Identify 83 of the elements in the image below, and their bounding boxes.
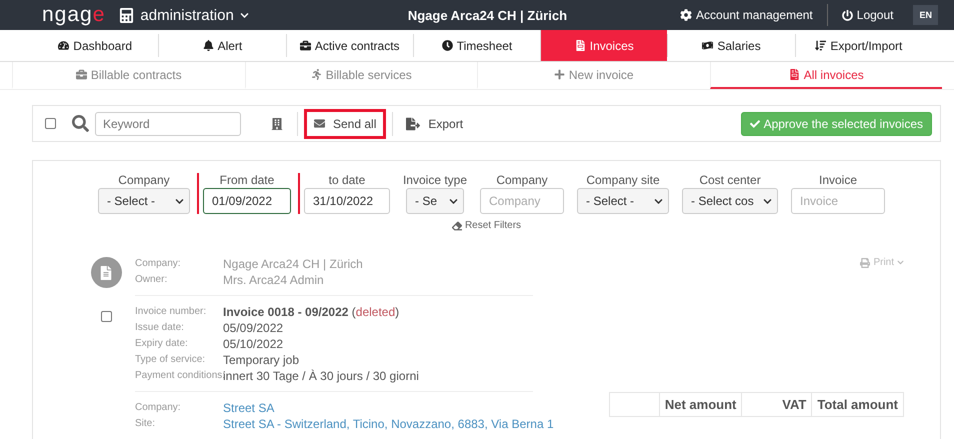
clock-icon: [442, 40, 453, 51]
gauge-icon: [58, 40, 70, 51]
field-value: 05/09/2022: [223, 321, 284, 335]
filter-select[interactable]: - Select cos: [682, 188, 778, 214]
sub-tab[interactable]: Billable contracts: [12, 62, 244, 89]
module-menu[interactable]: administration: [119, 6, 249, 24]
column-header: VAT: [742, 392, 812, 416]
export-icon: [406, 116, 420, 130]
field-label: Company:: [135, 257, 182, 271]
field-label: Expiry date:: [135, 337, 189, 351]
field-value: Temporary job: [223, 353, 300, 367]
sub-tab[interactable]: New invoice: [477, 62, 710, 89]
filter-label: Invoice type: [402, 173, 468, 187]
field-value: Mrs. Arca24 Admin: [223, 273, 325, 287]
nav-tab[interactable]: Export/Import: [794, 34, 922, 57]
caret-icon: [240, 10, 249, 20]
nav-tab[interactable]: Invoices: [540, 30, 668, 61]
filter-label: Company site: [586, 173, 660, 187]
field-label: Type of service:: [135, 353, 206, 367]
document-icon: [574, 40, 586, 51]
field-label: Payment conditions:: [135, 369, 223, 383]
filter-label: Cost center: [699, 173, 761, 187]
language-button[interactable]: EN: [913, 5, 938, 25]
logo[interactable]: ngage: [42, 3, 106, 27]
caret-icon: [654, 196, 664, 206]
field-value: innert 30 Tage / À 30 jours / 30 giorni: [223, 369, 420, 383]
account-link[interactable]: Account management: [666, 0, 827, 30]
power-icon: [842, 10, 853, 20]
filter-select[interactable]: - Select -: [577, 188, 670, 214]
filter-label: Invoice: [819, 173, 858, 187]
check-icon: [750, 118, 760, 128]
invoice-icon: [90, 257, 122, 288]
calculator-icon: [119, 8, 134, 22]
field-label: Site:: [135, 417, 156, 431]
nav-tab[interactable]: Alert: [158, 34, 286, 57]
column-header: Net amount: [659, 392, 742, 416]
caret-icon: [174, 196, 184, 206]
date-field[interactable]: 31/10/2022: [304, 188, 390, 214]
bell-icon: [202, 40, 214, 51]
field-value: Ngage Arca24 CH | Zürich: [223, 257, 364, 271]
field-label: Invoice number:: [135, 305, 208, 319]
sub-tab[interactable]: Billable services: [244, 62, 477, 89]
window-title: Ngage Arca24 CH | Zürich: [406, 8, 568, 22]
sub-tab[interactable]: All invoices: [710, 62, 942, 89]
nav-tab[interactable]: Salaries: [667, 34, 795, 57]
printer-icon: [860, 258, 870, 268]
caret-icon: [763, 196, 772, 206]
field-value: 05/10/2022: [223, 337, 284, 351]
nav-tab[interactable]: Active contracts: [286, 34, 413, 57]
caret-icon: [448, 196, 458, 206]
briefcase-icon: [76, 69, 87, 80]
field-label: Company:: [135, 401, 182, 415]
field-label: Owner:: [135, 273, 168, 287]
nav-tab[interactable]: Dashboard: [32, 34, 158, 57]
send-all-button[interactable]: Send all: [304, 108, 386, 138]
filter-select[interactable]: - Select -: [98, 188, 190, 214]
field-label: Issue date:: [135, 321, 185, 335]
building-icon[interactable]: [271, 118, 283, 130]
eraser-icon: [452, 220, 462, 230]
filter-label: Company: [496, 173, 548, 187]
running-figure-icon: [310, 69, 322, 80]
column-header: Total amount: [812, 392, 904, 416]
reset-filters-link[interactable]: Reset Filters: [452, 220, 522, 231]
invoice-number: Invoice 0018 - 09/2022 (deleted): [223, 305, 400, 319]
logout-link[interactable]: Logout: [828, 0, 908, 30]
caret-icon: [897, 259, 904, 266]
envelope-icon: [314, 118, 325, 129]
filter-label: From date: [220, 173, 274, 187]
invoice-checkbox[interactable]: [100, 311, 112, 322]
filter-label: to date: [328, 173, 366, 187]
select-all-checkbox[interactable]: [45, 118, 56, 129]
settings-icon: [680, 9, 692, 21]
date-field[interactable]: 01/09/2022: [202, 188, 291, 214]
filter-select[interactable]: - Se: [406, 188, 464, 214]
filter-label: Company: [118, 173, 170, 187]
money-icon: [702, 40, 714, 51]
plus-icon: [554, 69, 565, 80]
export-button[interactable]: Export: [399, 112, 470, 134]
sort-icon: [815, 40, 826, 51]
document-icon: [788, 69, 800, 80]
search-icon: [72, 115, 89, 132]
keyword-field[interactable]: Keyword: [95, 112, 241, 136]
briefcase-icon: [300, 40, 311, 51]
